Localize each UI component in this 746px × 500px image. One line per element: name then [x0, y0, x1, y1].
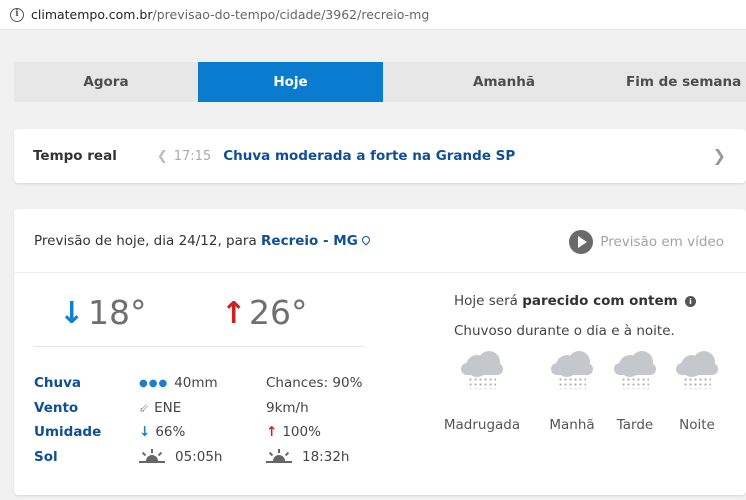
realtime-time[interactable]: ❮ 17:15: [157, 149, 211, 164]
tab-hoje[interactable]: Hoje: [198, 62, 383, 102]
forecast-card: Previsão de hoje, dia 24/12, para Recrei…: [14, 209, 746, 495]
rain-cloud-icon: [673, 351, 721, 391]
sunrise-icon: [139, 448, 165, 465]
wind-row: Vento ⇙ ENE 9km/h: [34, 400, 374, 425]
chevron-left-icon[interactable]: ❮: [157, 149, 168, 164]
video-forecast-label: Previsão em vídeo: [600, 234, 724, 250]
url-text[interactable]: climatempo.com.br/previsao-do-tempo/cida…: [31, 7, 429, 22]
video-forecast-button[interactable]: Previsão em vídeo: [569, 230, 724, 254]
rain-drops-icon: ●●●: [139, 377, 169, 389]
sun-label: Sol: [34, 448, 58, 465]
forecast-title: Previsão de hoje, dia 24/12, para Recrei…: [34, 233, 372, 249]
address-bar[interactable]: i climatempo.com.br/previsao-do-tempo/ci…: [0, 0, 746, 30]
wind-direction-value: ENE: [154, 399, 182, 416]
info-icon[interactable]: i: [10, 7, 24, 22]
period-noite: Noite: [657, 351, 737, 433]
url-path: /previsao-do-tempo/cidade/3962/recreio-m…: [152, 7, 430, 22]
humidity-min: ↓ 66%: [139, 424, 185, 440]
realtime-headline-link[interactable]: Chuva moderada a forte na Grande SP: [223, 148, 515, 164]
weather-stats: Chuva ●●● 40mm Chances: 90% Vento ⇙ ENE 9k…: [34, 375, 374, 473]
tab-amanha[interactable]: Amanhã: [383, 62, 625, 102]
max-temperature: 26°: [249, 293, 308, 332]
day-summary: Hoje será parecido com ontem i Chuvoso d…: [444, 293, 746, 433]
period-label: Noite: [679, 417, 715, 433]
temperature-range: ↓ 18° ↑ 26°: [34, 293, 364, 347]
wind-label: Vento: [34, 399, 79, 416]
forecast-tabs: Agora Hoje Amanhã Fim de semana: [14, 62, 746, 102]
rain-cloud-icon: [548, 351, 596, 391]
chevron-right-icon[interactable]: ❯: [713, 146, 726, 165]
rain-label: Chuva: [34, 375, 82, 391]
rain-chance: Chances: 90%: [266, 375, 363, 391]
period-label: Madrugada: [443, 417, 521, 433]
similar-prefix: Hoje será: [454, 293, 518, 309]
info-icon[interactable]: i: [684, 296, 696, 307]
sunrise: 05:05h: [139, 448, 223, 465]
play-icon[interactable]: [569, 230, 594, 254]
period-madrugada: Madrugada: [442, 351, 522, 433]
arrow-down-icon: ↓: [59, 296, 85, 331]
wind-direction-icon: ⇙: [139, 400, 150, 415]
day-description: Chuvoso durante o dia e à noite.: [454, 323, 675, 339]
forecast-title-text: Previsão de hoje, dia 24/12, para: [34, 233, 257, 249]
arrow-down-icon: ↓: [139, 424, 151, 440]
realtime-card: Tempo real ❮ 17:15 Chuva moderada a forte…: [14, 129, 746, 183]
sunrise-time: 05:05h: [175, 448, 223, 465]
arrow-up-icon: ↑: [221, 296, 247, 331]
sunset-time: 18:32h: [302, 448, 350, 465]
humidity-min-value: 66%: [155, 424, 186, 440]
realtime-time-value: 17:15: [173, 148, 212, 164]
wind-speed: 9km/h: [266, 399, 309, 416]
humidity-max-value: 100%: [282, 424, 321, 440]
sun-row: Sol 05:05h 18:32h: [34, 448, 374, 474]
similar-bold: parecido com ontem: [522, 293, 678, 309]
arrow-up-icon: ↑: [266, 424, 278, 440]
humidity-label: Umidade: [34, 424, 102, 440]
wind-direction: ⇙ ENE: [139, 400, 181, 416]
location-pin-icon[interactable]: [360, 234, 372, 246]
humidity-row: Umidade ↓ 66% ↑ 100%: [34, 424, 374, 449]
forecast-header: Previsão de hoje, dia 24/12, para Recrei…: [14, 209, 746, 273]
rain-amount: ●●● 40mm: [139, 375, 218, 391]
rain-amount-value: 40mm: [174, 375, 218, 391]
realtime-label: Tempo real: [33, 148, 117, 164]
url-host: climatempo.com.br: [31, 7, 153, 22]
humidity-max: ↑ 100%: [266, 424, 321, 440]
tab-fim-de-semana[interactable]: Fim de semana: [625, 62, 746, 102]
period-forecasts: Madrugada Manhã Tarde Noite: [444, 351, 746, 441]
rain-row: Chuva ●●● 40mm Chances: 90%: [34, 375, 374, 400]
similar-to-yesterday: Hoje será parecido com ontem i: [454, 293, 746, 309]
sunset: 18:32h: [266, 448, 350, 465]
rain-cloud-icon: [458, 351, 506, 391]
rain-cloud-icon: [611, 351, 659, 391]
city-link[interactable]: Recreio - MG: [261, 233, 358, 249]
sunset-icon: [266, 448, 292, 465]
tab-agora[interactable]: Agora: [14, 62, 198, 102]
min-temperature: 18°: [88, 293, 147, 332]
